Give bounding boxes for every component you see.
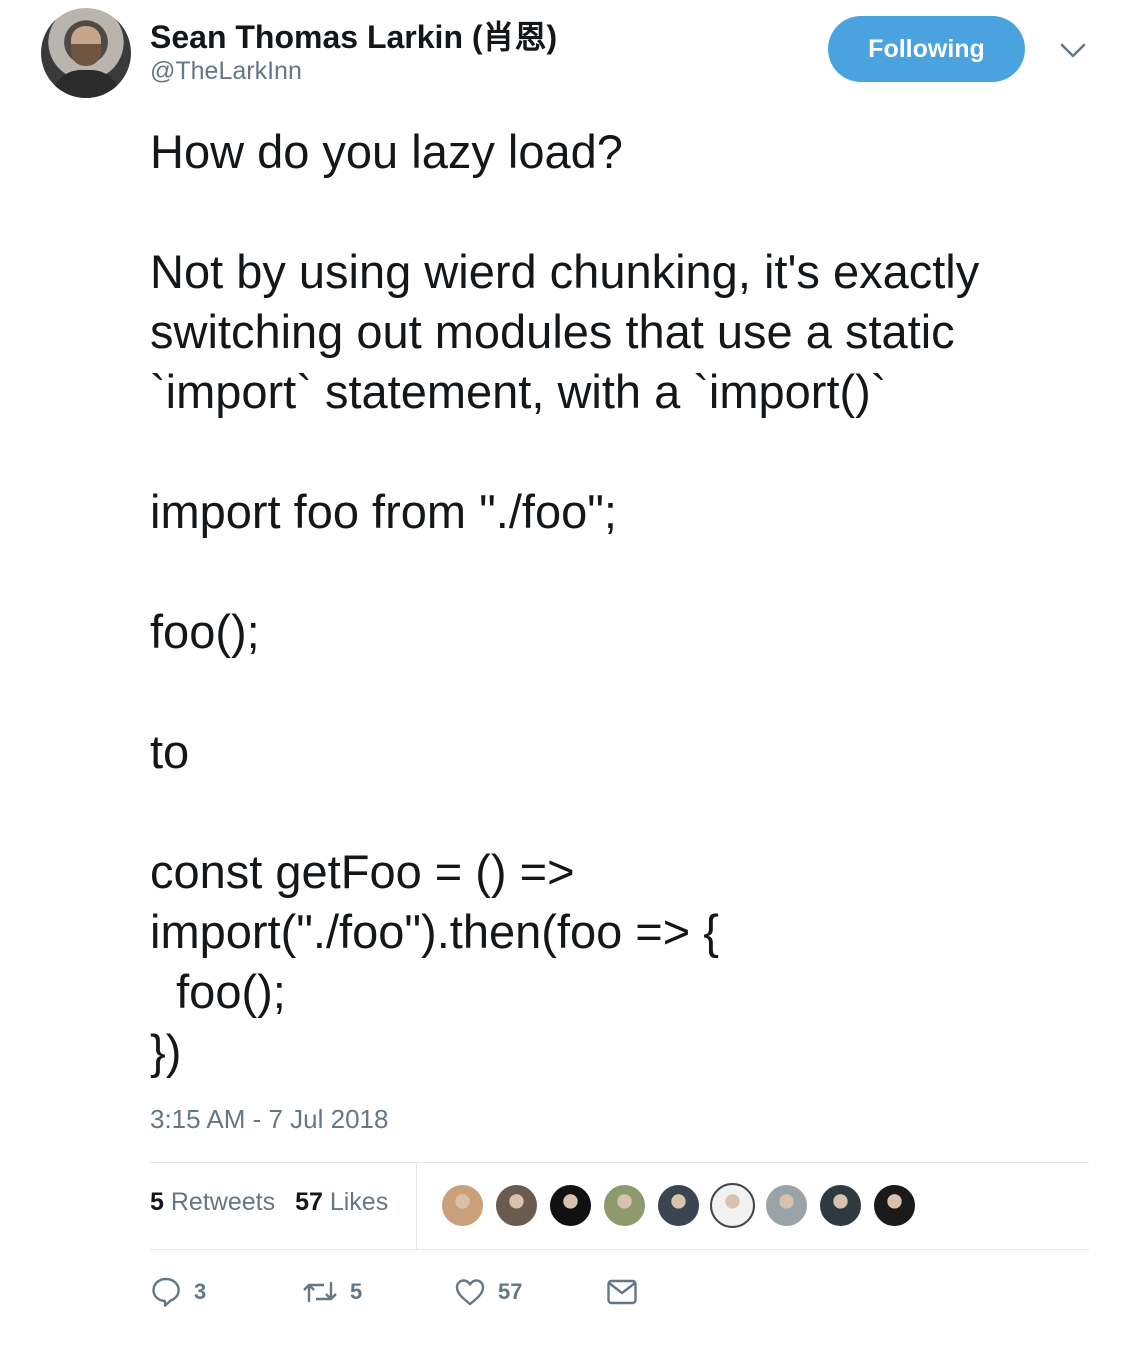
envelope-icon bbox=[607, 1279, 637, 1305]
stats-divider-top bbox=[150, 1162, 1089, 1163]
liker-avatar[interactable] bbox=[818, 1183, 863, 1228]
tweet-actions: 3 5 57 bbox=[150, 1272, 638, 1312]
stats-divider-vertical bbox=[416, 1163, 417, 1249]
liker-avatar[interactable] bbox=[602, 1183, 647, 1228]
retweets-stat[interactable]: 5 Retweets bbox=[150, 1188, 275, 1217]
author-display-name[interactable]: Sean Thomas Larkin (肖恩) bbox=[150, 12, 557, 58]
retweet-count: 5 bbox=[350, 1279, 363, 1304]
tweet-stats: 5 Retweets 57 Likes bbox=[150, 1188, 388, 1217]
stats-divider-bottom bbox=[150, 1249, 1089, 1250]
avatar-beard bbox=[71, 44, 101, 66]
retweet-icon bbox=[303, 1282, 337, 1302]
author-handle[interactable]: @TheLarkInn bbox=[150, 57, 302, 86]
tweet-text: How do you lazy load? Not by using wierd… bbox=[150, 125, 980, 1078]
more-options-chevron-icon[interactable] bbox=[1058, 38, 1088, 64]
reply-button[interactable]: 3 bbox=[150, 1276, 302, 1308]
retweets-count: 5 bbox=[150, 1188, 164, 1216]
liker-avatars bbox=[440, 1183, 917, 1228]
following-button[interactable]: Following bbox=[828, 16, 1025, 82]
direct-message-button[interactable] bbox=[606, 1278, 638, 1306]
retweet-button[interactable]: 5 bbox=[302, 1277, 454, 1307]
like-count: 57 bbox=[498, 1279, 523, 1304]
tweet-timestamp[interactable]: 3:15 AM - 7 Jul 2018 bbox=[150, 1104, 388, 1135]
liker-avatar[interactable] bbox=[710, 1183, 755, 1228]
liker-avatar[interactable] bbox=[656, 1183, 701, 1228]
retweets-label: Retweets bbox=[170, 1188, 276, 1216]
liker-avatar[interactable] bbox=[872, 1183, 917, 1228]
likes-stat[interactable]: 57 Likes bbox=[295, 1188, 388, 1217]
author-avatar[interactable] bbox=[41, 8, 131, 98]
liker-avatar[interactable] bbox=[764, 1183, 809, 1228]
avatar-shirt bbox=[51, 70, 121, 98]
heart-icon bbox=[455, 1279, 485, 1306]
reply-count: 3 bbox=[194, 1279, 207, 1304]
likes-count: 57 bbox=[295, 1188, 323, 1216]
likes-label: Likes bbox=[329, 1188, 389, 1216]
tweet-card: Sean Thomas Larkin (肖恩) @TheLarkInn Foll… bbox=[0, 0, 1141, 1350]
like-button[interactable]: 57 bbox=[454, 1277, 606, 1307]
chevron-down-icon bbox=[1060, 43, 1086, 58]
liker-avatar[interactable] bbox=[494, 1183, 539, 1228]
liker-avatar[interactable] bbox=[440, 1183, 485, 1228]
liker-avatar[interactable] bbox=[548, 1183, 593, 1228]
reply-icon bbox=[152, 1277, 180, 1307]
